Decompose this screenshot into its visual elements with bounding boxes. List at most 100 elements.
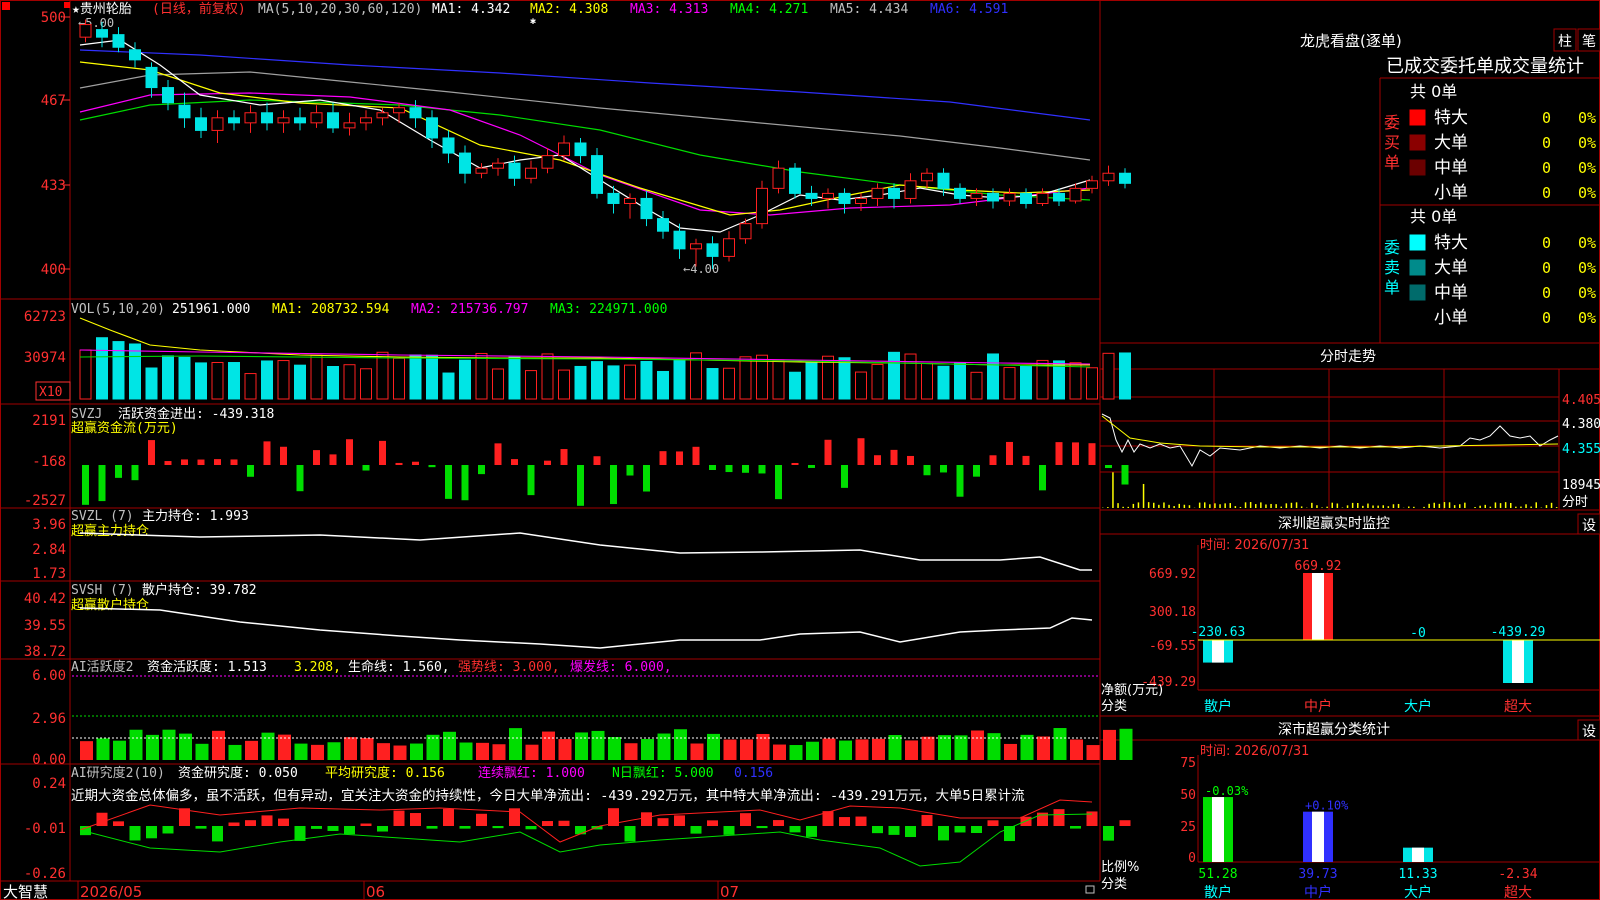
candle[interactable]	[1020, 188, 1032, 209]
intraday-vol-bar	[1520, 506, 1522, 508]
candle[interactable]	[871, 183, 884, 206]
candle[interactable]	[954, 183, 966, 204]
lhb-row: 特大 0 0%	[1409, 108, 1596, 128]
ai-active-bars	[80, 728, 1133, 760]
intraday-vol-bar	[1173, 506, 1175, 508]
candle[interactable]	[195, 107, 207, 138]
candle[interactable]	[426, 110, 438, 149]
candle[interactable]	[492, 158, 504, 176]
ai-active-bar	[1037, 736, 1050, 760]
candle[interactable]	[211, 110, 224, 143]
ai-active-bar	[773, 744, 786, 760]
lock-icon[interactable]	[1085, 885, 1095, 894]
candle[interactable]	[1003, 188, 1016, 206]
candle[interactable]	[723, 231, 735, 262]
bar-category-label: 大户	[1404, 698, 1432, 715]
candle[interactable]	[574, 137, 587, 164]
corner-icon[interactable]	[2, 2, 10, 10]
ai-research-bar	[1103, 826, 1114, 841]
intraday-vol-bar	[1316, 505, 1318, 508]
ai-active-bar	[888, 735, 902, 760]
candle[interactable]	[294, 107, 306, 131]
ai-active-bar	[674, 729, 687, 760]
svzj-bar	[775, 465, 782, 500]
candle[interactable]	[541, 148, 554, 174]
volume-bar	[228, 362, 240, 400]
svzj-axis: 2191 -168 -2527	[24, 413, 66, 509]
svzj-bar	[1105, 465, 1112, 469]
ai-research-bar	[806, 826, 817, 837]
ai-research-bar	[1119, 820, 1131, 826]
candle[interactable]	[904, 173, 917, 204]
candle[interactable]	[475, 163, 488, 179]
lhb-row-name: 中单	[1434, 283, 1468, 303]
volume-bars	[79, 337, 1131, 400]
candle-body	[690, 243, 702, 250]
candle[interactable]	[129, 42, 141, 68]
intraday-vol-bar	[1132, 503, 1135, 508]
candle[interactable]	[838, 188, 851, 214]
candle[interactable]	[921, 168, 933, 189]
candle[interactable]	[640, 190, 653, 227]
candle[interactable]	[1086, 175, 1098, 194]
candle[interactable]	[789, 163, 801, 199]
candle[interactable]	[607, 185, 620, 214]
candle[interactable]	[459, 145, 471, 184]
candle[interactable]	[310, 105, 323, 128]
vol-ma1: MA1: 208732.594	[272, 302, 390, 317]
svzj-bar	[379, 440, 386, 465]
candle[interactable]	[1102, 165, 1115, 186]
candle[interactable]	[822, 188, 834, 209]
candle[interactable]	[1069, 183, 1082, 204]
intraday-vol-bar	[1408, 506, 1410, 508]
intraday-vol-bar	[1331, 502, 1333, 508]
candle[interactable]	[112, 27, 125, 53]
corner-icon[interactable]	[64, 2, 70, 8]
ai-active-bar	[657, 733, 671, 760]
bar-category-label: 散户	[1204, 884, 1232, 900]
candle[interactable]	[855, 193, 867, 212]
ma-params: MA(5,10,20,30,60,120)	[258, 2, 422, 17]
bar-highlight	[1512, 640, 1524, 683]
ai-active-bar	[624, 743, 638, 760]
intraday-price: 4.355	[1562, 442, 1600, 457]
candle[interactable]	[1036, 188, 1049, 206]
candle[interactable]	[327, 102, 339, 133]
candle[interactable]	[343, 112, 356, 136]
svzl-value: 主力持仓: 1.993	[142, 509, 249, 524]
candle[interactable]	[261, 102, 273, 131]
candle[interactable]	[244, 105, 257, 133]
candle[interactable]	[360, 110, 372, 131]
svsh-tick: 38.72	[24, 644, 66, 660]
candle[interactable]	[624, 193, 636, 219]
candle-body	[574, 142, 587, 157]
candle[interactable]	[756, 180, 768, 229]
ai-research-bar	[311, 826, 322, 829]
candle[interactable]	[409, 100, 422, 128]
volume-bar	[591, 361, 603, 400]
ai-active-bar	[311, 744, 324, 760]
candle[interactable]	[162, 80, 174, 111]
candle[interactable]	[1119, 168, 1131, 189]
bar-value-label: -439.29	[1491, 625, 1546, 640]
candle[interactable]	[277, 110, 290, 133]
sz-class-bar: -2.34 超大	[1498, 867, 1537, 900]
chart-canvas[interactable]: ★贵州轮胎 (日线，前复权) MA(5,10,20,30,60,120) MA1…	[0, 0, 1600, 900]
candle[interactable]	[178, 92, 191, 128]
vol-axis: 62723 30974	[24, 309, 66, 366]
volume-bar	[1069, 362, 1082, 400]
candle[interactable]	[525, 160, 537, 184]
candle[interactable]	[772, 160, 785, 194]
candle[interactable]	[657, 211, 669, 239]
candle[interactable]	[558, 135, 570, 161]
brand-logo: 大智慧	[3, 883, 48, 900]
ai-active-bar	[641, 739, 654, 760]
candle[interactable]	[145, 62, 158, 98]
ai-active-bar	[1020, 734, 1034, 760]
ai-research-bar	[393, 810, 405, 826]
candle[interactable]	[228, 110, 240, 131]
candle[interactable]	[442, 130, 455, 164]
intraday-vol-bar	[1239, 506, 1242, 508]
intraday-vol-bar	[1438, 503, 1441, 508]
candle[interactable]	[591, 148, 603, 199]
